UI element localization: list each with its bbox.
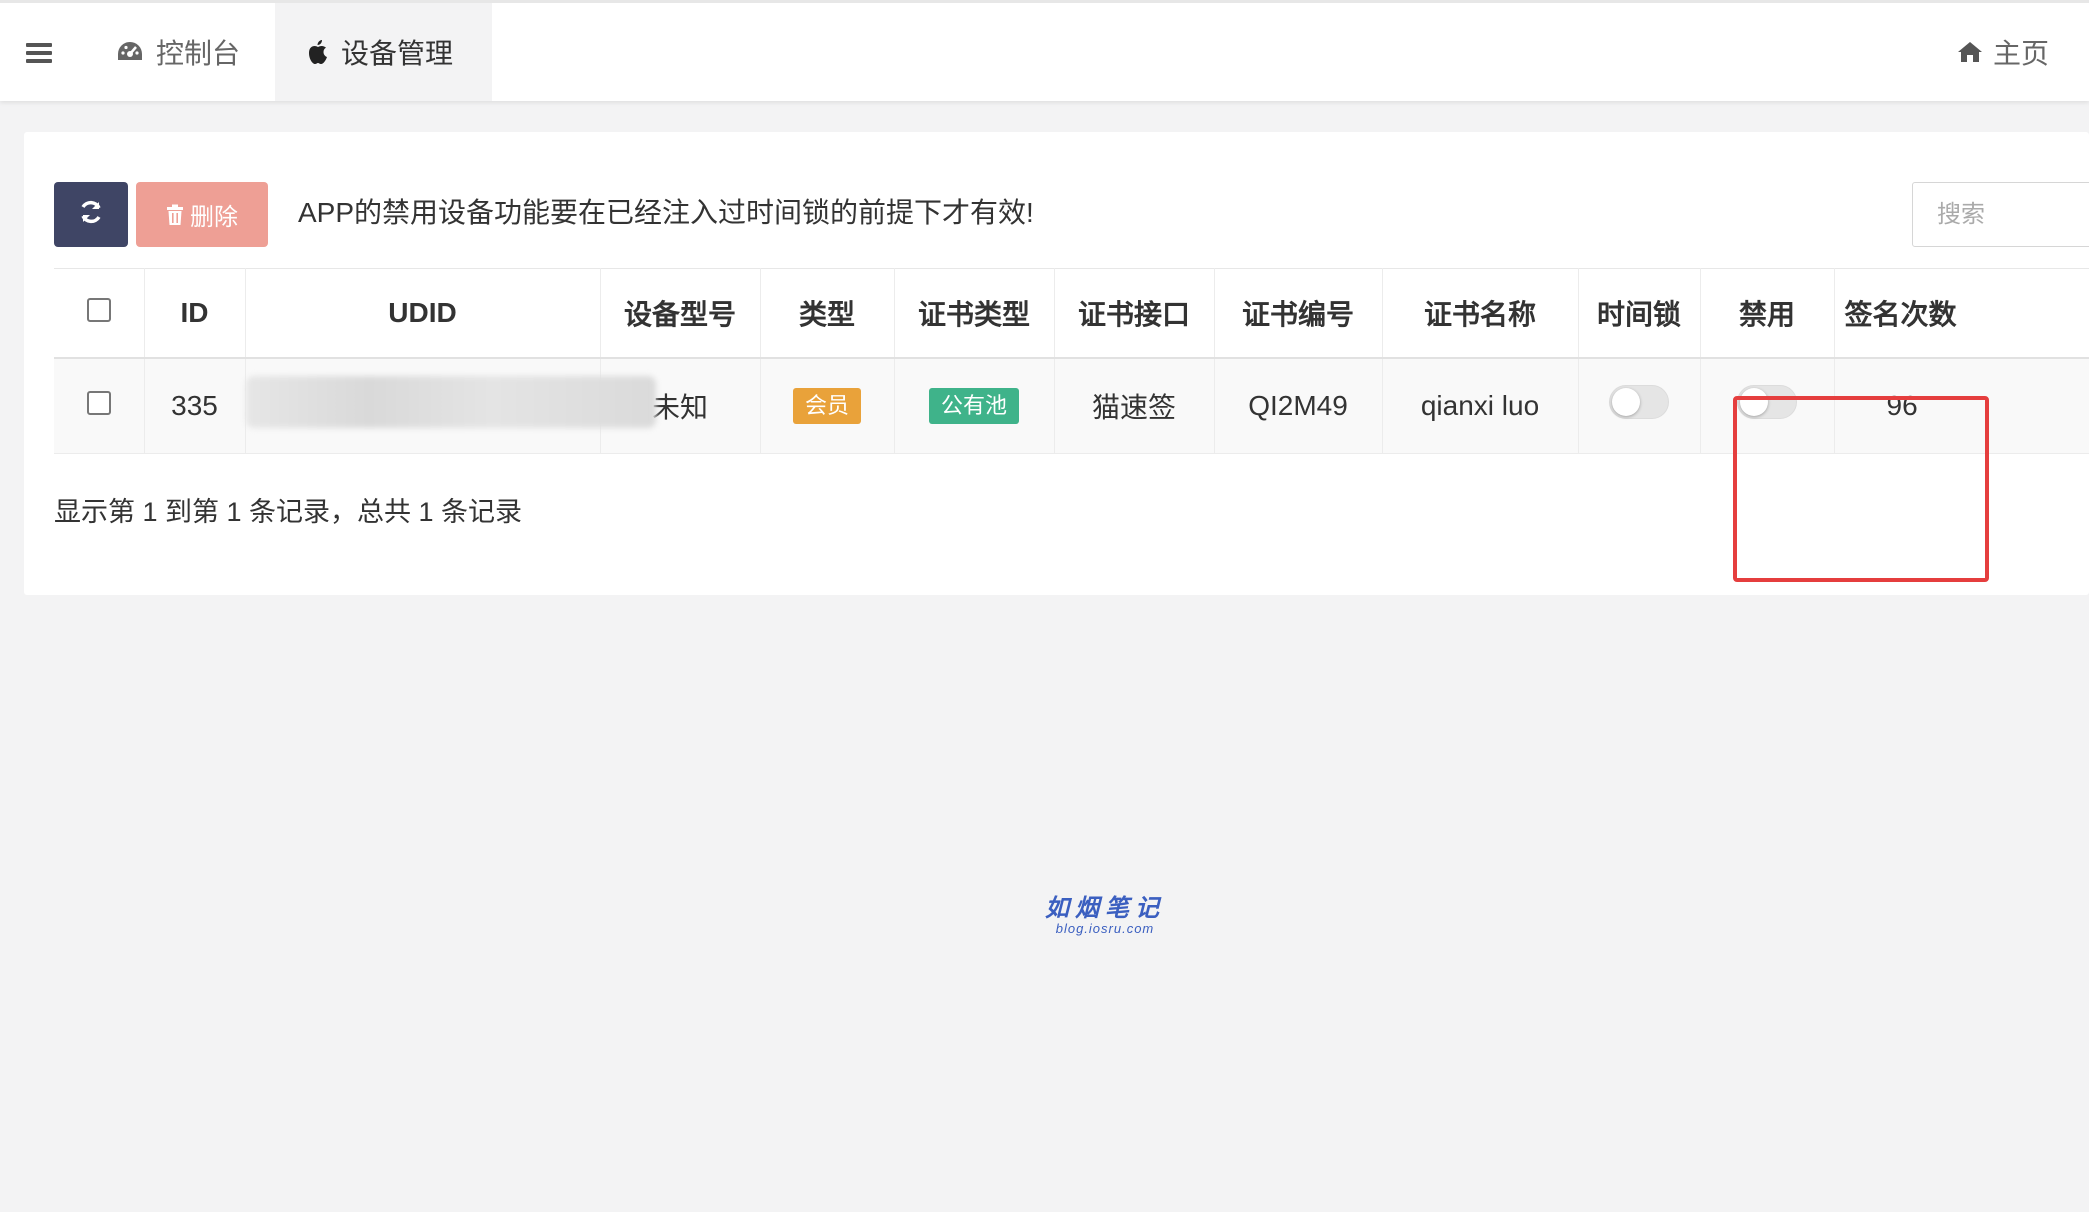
col-header-id[interactable]: ID [143,268,245,358]
device-table: ID UDID 设备型号 类型 证书类型 证书接口 证书编号 证书名称 时间锁 … [54,268,2089,454]
col-header-cert-type[interactable]: 证书类型 [893,268,1054,358]
table-header-row: ID UDID 设备型号 类型 证书类型 证书接口 证书编号 证书名称 时间锁 … [54,268,2089,358]
tab-device-management[interactable]: 设备管理 [275,3,492,101]
col-header-device-model[interactable]: 设备型号 [599,268,760,358]
watermark: 如烟笔记 blog.iosru.com [1040,888,1170,936]
row-select-cell [54,358,144,454]
home-label: 主页 [1992,38,2049,69]
watermark-title: 如烟笔记 [1045,895,1165,922]
col-header-cert-no[interactable]: 证书编号 [1213,268,1382,358]
col-header-sign-count[interactable]: 签名次数 [1833,268,2089,358]
device-panel: 删除 APP的禁用设备功能要在已经注入过时间锁的前提下才有效! ID UDID … [24,132,2089,595]
toggle-knob [1612,388,1640,417]
select-all-checkbox[interactable] [86,297,111,322]
delete-label: 删除 [190,204,238,231]
cell-sign-count: 96 [1833,357,2089,454]
delete-button[interactable]: 删除 [136,182,268,247]
col-header-time-lock[interactable]: 时间锁 [1577,268,1700,358]
disable-toggle[interactable] [1737,385,1797,420]
col-header-udid[interactable]: UDID [244,268,600,358]
watermark-url: blog.iosru.com [1055,921,1155,936]
cell-cert-no: QI2M49 [1213,357,1382,454]
home-link[interactable]: 主页 [1957,3,2049,101]
cell-cert-api: 猫速签 [1053,357,1214,454]
udid-redacted [245,376,656,429]
row-checkbox[interactable] [86,390,111,415]
search-input[interactable] [1912,182,2089,247]
toggle-knob [1740,388,1768,417]
col-header-disabled[interactable]: 禁用 [1699,268,1834,358]
col-header-cert-api[interactable]: 证书接口 [1053,268,1214,358]
cell-id: 335 [143,357,245,454]
cell-disabled [1699,357,1834,454]
refresh-icon [78,199,104,230]
tab-console-label: 控制台 [156,38,241,69]
tab-console[interactable]: 控制台 [116,3,240,101]
top-navbar: 控制台 设备管理 主页 [0,0,2089,101]
cell-cert-name: qianxi luo [1381,357,1578,454]
cell-udid [244,357,656,454]
apple-icon [307,39,329,65]
time-lock-toggle[interactable] [1609,385,1669,420]
col-header-type[interactable]: 类型 [759,268,894,358]
tab-device-label: 设备管理 [341,38,454,69]
table-row: 335 未知 会员 公有池 猫速签 QI2M49 qianxi luo 96 [54,357,2089,454]
trash-icon [166,204,184,226]
home-icon [1957,41,1983,63]
cell-cert-type: 公有池 [893,357,1054,454]
col-header-cert-name[interactable]: 证书名称 [1381,268,1578,358]
type-badge: 会员 [792,387,861,424]
notice-text: APP的禁用设备功能要在已经注入过时间锁的前提下才有效! [298,197,1034,228]
refresh-button[interactable] [54,182,128,247]
cell-time-lock [1577,357,1700,454]
dashboard-icon [116,40,144,64]
pagination-summary: 显示第 1 到第 1 条记录，总共 1 条记录 [54,497,523,527]
cert-type-badge: 公有池 [928,387,1019,424]
cell-type: 会员 [759,357,894,454]
hamburger-icon[interactable] [26,43,52,63]
select-all-cell [54,269,144,358]
